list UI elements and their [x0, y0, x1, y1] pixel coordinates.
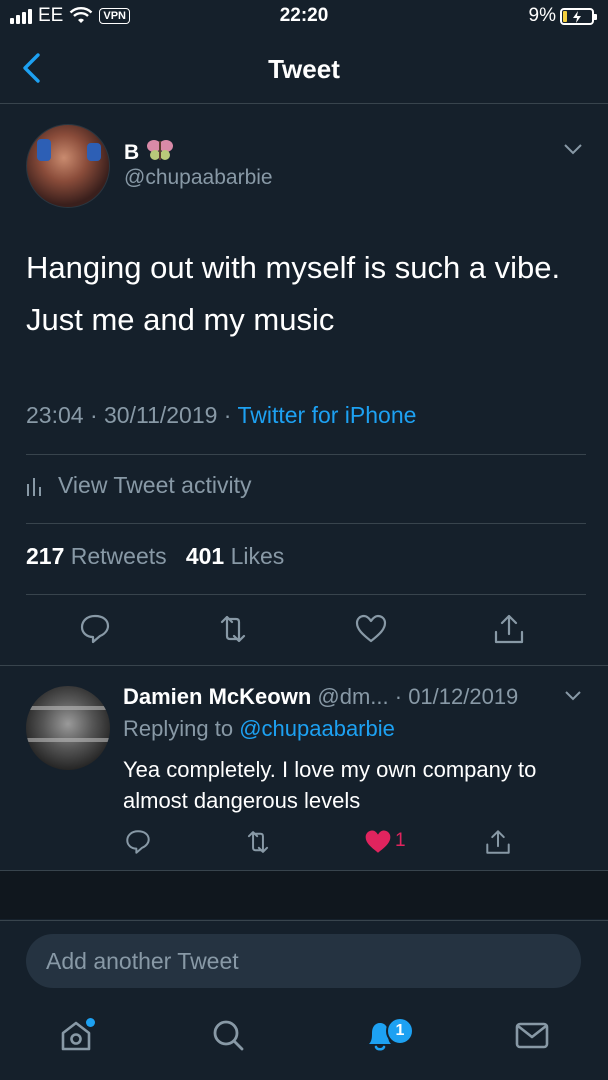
like-heart-icon[interactable] — [354, 612, 388, 646]
share-icon[interactable] — [484, 828, 512, 856]
search-icon[interactable] — [208, 1015, 248, 1055]
retweet-count[interactable]: 217 — [26, 543, 64, 569]
tweet-text: Hanging out with myself is such a vibe. … — [26, 250, 561, 337]
status-time: 22:20 — [279, 5, 329, 26]
reply-actions: 1 — [0, 828, 608, 858]
view-activity-row[interactable]: View Tweet activity — [26, 472, 251, 499]
activity-bars-icon — [27, 477, 41, 496]
author-handle[interactable]: @chupaabarbie — [124, 166, 273, 190]
author-avatar[interactable] — [26, 124, 110, 208]
status-bar: EE VPN 22:20 9% — [0, 0, 608, 34]
page-title: Tweet — [268, 54, 340, 84]
reply-author-name[interactable]: Damien McKeown — [123, 684, 311, 709]
home-notification-dot — [86, 1018, 95, 1027]
battery-percent: 9% — [528, 5, 556, 26]
butterfly-emoji-icon — [147, 140, 174, 160]
reply-icon[interactable] — [78, 612, 112, 646]
view-activity-label: View Tweet activity — [58, 472, 252, 498]
tweet-actions — [0, 612, 608, 652]
tweet-time: 23:04 — [26, 402, 84, 428]
section-gap — [0, 871, 608, 919]
reply-text: Yea completely. I love my own company to… — [123, 757, 537, 813]
reply-icon[interactable] — [124, 828, 152, 856]
reply-tweet[interactable]: Damien McKeown @dm... · 01/12/2019 Reply… — [0, 666, 608, 870]
likes-label[interactable]: Likes — [231, 543, 285, 569]
reply-author-handle[interactable]: @dm... — [317, 684, 388, 709]
chevron-down-icon[interactable] — [562, 142, 584, 156]
nav-bar: Tweet — [0, 34, 608, 104]
divider — [26, 523, 586, 524]
liked-heart-icon[interactable] — [364, 828, 392, 856]
retweet-icon[interactable] — [244, 828, 272, 856]
tweet-source-link[interactable]: Twitter for iPhone — [237, 402, 416, 428]
tweet-meta: 23:04 · 30/11/2019 · Twitter for iPhone — [26, 402, 417, 428]
notifications-badge: 1 — [386, 1017, 414, 1045]
messages-mail-icon[interactable] — [512, 1015, 552, 1055]
tab-bar — [0, 1015, 608, 1065]
share-icon[interactable] — [492, 612, 526, 646]
chevron-down-icon[interactable] — [564, 690, 582, 702]
reply-like-count: 1 — [395, 830, 406, 851]
replying-to-line: Replying to @chupaabarbie — [123, 716, 395, 742]
author-name[interactable]: B — [124, 138, 175, 165]
divider — [26, 454, 586, 455]
replying-to-link[interactable]: @chupaabarbie — [239, 716, 395, 741]
bottom-area: 1 — [0, 920, 608, 1080]
tweet-header: B @chupaabarbie — [26, 124, 586, 210]
status-right: 9% — [528, 5, 597, 27]
reply-header: Damien McKeown @dm... · 01/12/2019 — [123, 684, 519, 709]
replying-to-prefix: Replying to — [123, 716, 234, 741]
reply-date: 01/12/2019 — [408, 684, 519, 709]
tweet-date: 30/11/2019 — [104, 402, 218, 428]
reply-author-avatar[interactable] — [26, 686, 110, 770]
battery-icon — [560, 7, 597, 25]
divider — [26, 594, 586, 595]
engagement-counts: 217 Retweets 401 Likes — [26, 543, 284, 570]
like-count[interactable]: 401 — [186, 543, 224, 569]
retweet-icon[interactable] — [216, 612, 250, 646]
retweets-label[interactable]: Retweets — [71, 543, 167, 569]
add-tweet-input[interactable] — [26, 934, 581, 988]
